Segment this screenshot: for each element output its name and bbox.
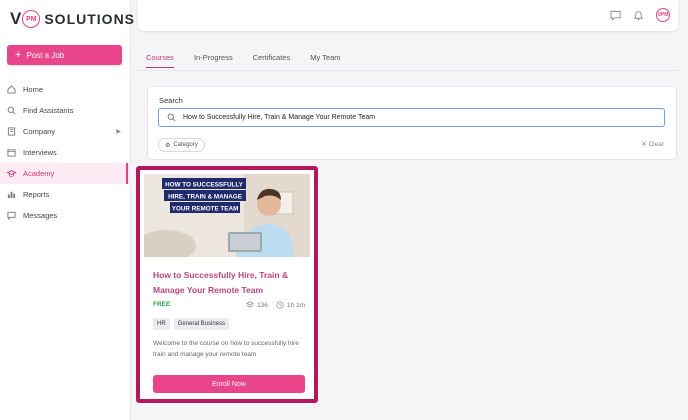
thumb-line-1: HOW TO SUCCESSFULLY [165, 182, 243, 189]
gear-icon: ⚙ [165, 142, 171, 149]
top-header: VPM [138, 0, 678, 31]
search-panel: Search How to Successfully Hire, Train &… [147, 86, 677, 160]
sidebar-nav: Home Find Assistants Company ▶ Interview… [0, 79, 131, 226]
course-price: FREE [153, 301, 171, 308]
sidebar-item-label: Home [23, 85, 44, 94]
search-input[interactable]: How to Successfully Hire, Train & Manage… [158, 108, 665, 127]
duration-value: 1h 1m [286, 301, 305, 309]
close-icon: ✕ [641, 141, 647, 148]
search-value: How to Successfully Hire, Train & Manage… [183, 114, 376, 121]
lessons-count: 136 [246, 301, 268, 309]
building-icon [7, 127, 16, 136]
post-job-label: Post a Job [26, 50, 65, 60]
clear-filters-button[interactable]: ✕ Clear [641, 140, 664, 148]
avatar[interactable]: VPM [656, 8, 670, 22]
tab-courses[interactable]: Courses [146, 53, 174, 68]
sidebar-item-home[interactable]: Home [0, 79, 131, 100]
thumb-line-3: YOUR REMOTE TEAM [172, 206, 238, 213]
layers-icon [246, 301, 255, 308]
sidebar: V PM SOLUTIONS + Post a Job Home Find As… [0, 0, 134, 420]
course-tags: HR General Business [153, 318, 230, 330]
sidebar-item-label: Academy [23, 169, 55, 178]
course-title[interactable]: How to Successfully Hire, Train & Manage… [153, 268, 313, 298]
calendar-icon [7, 148, 16, 157]
sidebar-item-interviews[interactable]: Interviews [0, 142, 131, 163]
course-card[interactable]: HOW TO SUCCESSFULLY HIRE, TRAIN & MANAGE… [136, 166, 318, 403]
category-filter-chip[interactable]: ⚙ Category [158, 138, 205, 152]
sidebar-item-label: Interviews [23, 148, 57, 157]
header-actions: VPM [610, 8, 670, 22]
logo-mark: V [10, 9, 22, 28]
search-icon [7, 106, 16, 115]
tab-in-progress[interactable]: In-Progress [194, 53, 233, 68]
message-icon [7, 211, 16, 220]
tag-general-business: General Business [173, 318, 230, 330]
bar-chart-icon [7, 190, 16, 199]
tag-hr: HR [153, 318, 170, 330]
tab-my-team[interactable]: My Team [310, 53, 340, 68]
thumb-line-2: HIRE, TRAIN & MANAGE [168, 194, 242, 201]
course-duration: 1h 1m [276, 301, 305, 309]
search-icon [167, 113, 176, 122]
tab-certificates[interactable]: Certificates [253, 53, 291, 68]
course-thumbnail: HOW TO SUCCESSFULLY HIRE, TRAIN & MANAGE… [144, 174, 310, 257]
bell-icon[interactable] [633, 10, 644, 21]
sidebar-item-company[interactable]: Company ▶ [0, 121, 131, 142]
sidebar-item-label: Find Assistants [23, 106, 74, 115]
sidebar-item-label: Reports [23, 190, 50, 199]
course-description: Welcome to the course on how to successf… [153, 340, 299, 358]
post-job-button[interactable]: + Post a Job [7, 45, 122, 65]
chevron-right-icon: ▶ [116, 129, 121, 135]
tabs-divider [138, 70, 678, 71]
home-icon [7, 85, 16, 94]
search-label: Search [159, 96, 183, 105]
graduation-icon [7, 169, 16, 178]
category-filter-label: Category [173, 142, 198, 148]
course-meta: 136 1h 1m [246, 301, 305, 309]
brand-logo[interactable]: V PM SOLUTIONS [10, 8, 135, 30]
sidebar-item-reports[interactable]: Reports [0, 184, 131, 205]
sidebar-item-academy[interactable]: Academy [0, 163, 131, 184]
chat-icon[interactable] [610, 10, 621, 21]
plus-icon: + [15, 48, 22, 61]
logo-badge: PM [22, 10, 41, 28]
sidebar-item-label: Messages [23, 211, 58, 220]
clear-label: Clear [648, 141, 664, 148]
clock-icon [276, 301, 284, 309]
logo-text: SOLUTIONS [44, 11, 136, 27]
sidebar-item-messages[interactable]: Messages [0, 205, 131, 226]
enroll-now-button[interactable]: Enroll Now [153, 375, 305, 393]
lessons-value: 136 [257, 301, 268, 309]
sidebar-item-label: Company [23, 127, 56, 136]
sidebar-item-find-assistants[interactable]: Find Assistants [0, 100, 131, 121]
academy-tabs: Courses In-Progress Certificates My Team [146, 53, 341, 68]
